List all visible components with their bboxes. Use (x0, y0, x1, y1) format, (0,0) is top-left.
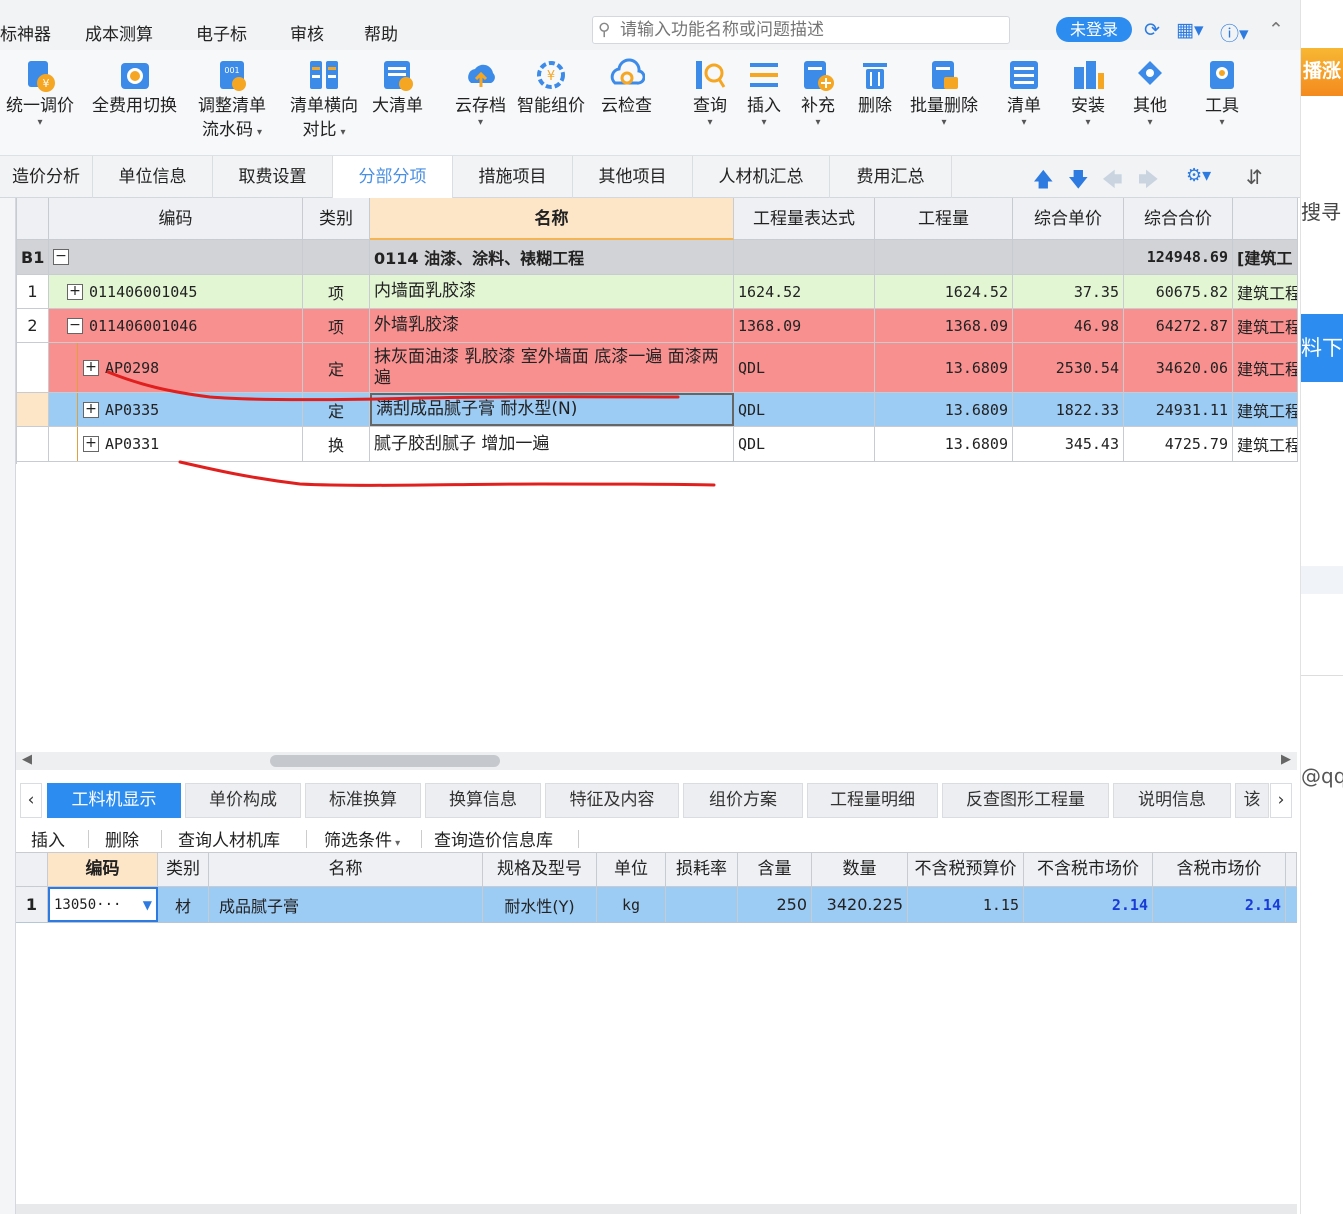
scrollbar-thumb[interactable] (270, 755, 500, 767)
filter-button[interactable]: 筛选条件 ▾ (324, 826, 400, 851)
material-market-price: 2.14 (1024, 887, 1153, 922)
filter-label: 筛选条件 (324, 831, 392, 851)
chevron-down-icon: ▾ (392, 838, 401, 849)
promo-banner[interactable]: 播涨 (1301, 48, 1343, 96)
material-header-code[interactable]: 编码 (48, 852, 158, 887)
dropdown-arrow-icon[interactable]: ▼ (143, 898, 152, 912)
horizontal-scrollbar[interactable] (16, 752, 1297, 770)
tab-description[interactable]: 说明信息 (1113, 783, 1231, 818)
side-qq[interactable]: @qq (1301, 764, 1343, 788)
material-header-market-price[interactable]: 不含税市场价 (1024, 852, 1153, 887)
material-name: 成品腻子膏 (209, 887, 483, 922)
side-download[interactable]: 料下 (1301, 314, 1343, 382)
annotation-underline-2 (178, 460, 716, 487)
tab-standard-conversion[interactable]: 标准换算 (305, 783, 421, 818)
material-row-num: 1 (16, 887, 48, 922)
material-loss (666, 887, 738, 922)
scroll-left-icon[interactable]: ◀ (22, 752, 32, 767)
scroll-right-icon[interactable]: ▶ (1281, 752, 1291, 767)
material-header-quantity[interactable]: 数量 (812, 852, 908, 887)
insert-material-button[interactable]: 插入 (31, 826, 65, 851)
query-price-info-button[interactable]: 查询造价信息库 (434, 826, 553, 851)
query-material-library-button[interactable]: 查询人材机库 (178, 826, 280, 851)
bottom-scrollbar[interactable] (16, 1204, 1297, 1214)
material-header-loss[interactable]: 损耗率 (666, 852, 738, 887)
material-header-spec[interactable]: 规格及型号 (483, 852, 597, 887)
annotation-underline-1 (106, 370, 680, 402)
material-header-market-tax-price[interactable]: 含税市场价 (1153, 852, 1286, 887)
material-row[interactable]: 1 13050··· ▼ 材 成品腻子膏 耐水性(Y) kg 250 3420.… (16, 887, 1297, 923)
material-type: 材 (158, 887, 209, 922)
bottom-tab-bar: ‹ 工料机显示 单价构成 标准换算 换算信息 特征及内容 组价方案 工程量明细 … (16, 780, 1297, 820)
tab-unit-price-composition[interactable]: 单价构成 (185, 783, 301, 818)
side-search[interactable]: 搜寻 (1301, 196, 1341, 225)
material-header-unit[interactable]: 单位 (597, 852, 666, 887)
material-code: 13050··· (54, 896, 122, 913)
material-spec: 耐水性(Y) (483, 887, 597, 922)
material-header-content[interactable]: 含量 (738, 852, 812, 887)
material-content: 250 (738, 887, 812, 922)
material-market-tax-price: 2.14 (1153, 887, 1286, 922)
material-header-type[interactable]: 类别 (158, 852, 209, 887)
material-unit: kg (597, 887, 666, 922)
tab-labor-material-display[interactable]: 工料机显示 (47, 783, 181, 818)
tab-quantity-detail[interactable]: 工程量明细 (807, 783, 938, 818)
side-window: 播涨 搜寻 料下 @qq (1300, 0, 1343, 1214)
material-quantity: 3420.225 (812, 887, 908, 922)
tab-features[interactable]: 特征及内容 (545, 783, 679, 818)
material-code-editor[interactable]: 13050··· ▼ (48, 887, 158, 922)
material-grid: 编码 类别 名称 规格及型号 单位 损耗率 含量 数量 不含税预算价 不含税市场… (16, 852, 1297, 924)
tab-reverse-graph[interactable]: 反查图形工程量 (942, 783, 1109, 818)
material-header-budget-price[interactable]: 不含税预算价 (908, 852, 1024, 887)
tab-scroll-right-icon[interactable]: › (1270, 783, 1292, 818)
delete-material-button[interactable]: 删除 (105, 826, 139, 851)
tab-scroll-left-icon[interactable]: ‹ (20, 783, 42, 818)
tab-pricing-scheme[interactable]: 组价方案 (683, 783, 803, 818)
tab-more[interactable]: 该 (1235, 783, 1269, 818)
tab-conversion-info[interactable]: 换算信息 (425, 783, 541, 818)
material-toolbar: 插入 删除 查询人材机库 筛选条件 ▾ 查询造价信息库 (16, 820, 1297, 852)
material-header-name[interactable]: 名称 (209, 852, 483, 887)
annotation-layer (106, 370, 716, 487)
material-budget-price: 1.15 (908, 887, 1024, 922)
